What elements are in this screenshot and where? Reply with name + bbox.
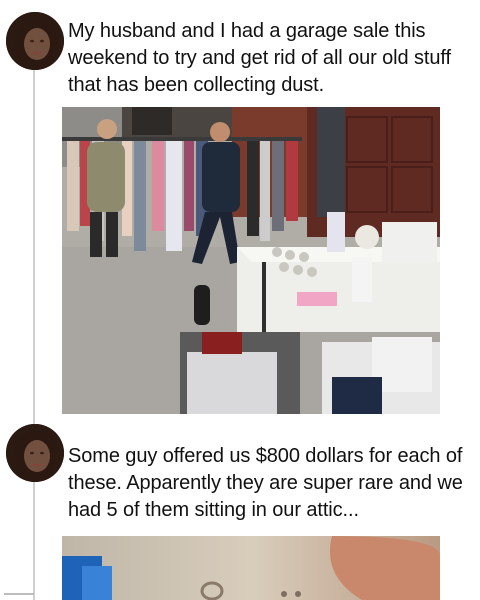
woman-portrait-icon	[6, 424, 64, 482]
post-2-text: Some guy offered us $800 dollars for eac…	[68, 445, 463, 521]
post-2-avatar[interactable]	[6, 424, 64, 482]
ring-closeup-photo-icon	[62, 536, 440, 600]
garage-sale-photo-icon	[62, 107, 440, 414]
post-1-text: My husband and I had a garage sale this …	[68, 20, 451, 96]
post-1-avatar[interactable]	[6, 12, 64, 70]
post-2-photo[interactable]	[62, 536, 440, 600]
woman-portrait-icon	[6, 12, 64, 70]
thread-end-tick	[4, 593, 34, 595]
post-1-photo[interactable]	[62, 107, 440, 414]
thread-connector-line	[33, 70, 35, 600]
